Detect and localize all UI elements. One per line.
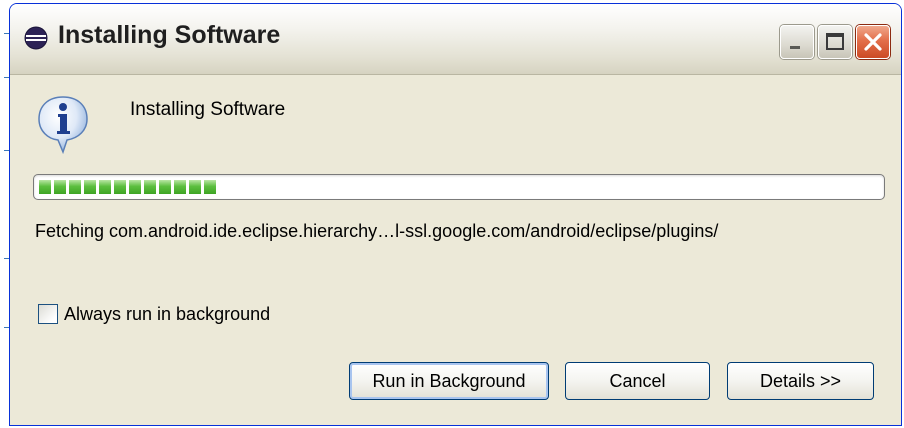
cancel-button[interactable]: Cancel (565, 362, 710, 400)
progress-segment (99, 180, 111, 194)
progress-segment (114, 180, 126, 194)
always-run-in-background-checkbox[interactable] (38, 304, 58, 324)
progress-bar (33, 174, 885, 200)
details-button[interactable]: Details >> (727, 362, 874, 400)
progress-segment (69, 180, 81, 194)
always-run-in-background-option[interactable]: Always run in background (38, 302, 270, 326)
progress-segment (129, 180, 141, 194)
info-icon (38, 96, 88, 155)
installing-software-dialog: Installing Software Installing Software … (9, 3, 902, 426)
progress-fill (39, 180, 216, 194)
checkbox-label: Always run in background (64, 303, 271, 324)
dialog-heading: Installing Software (130, 99, 286, 120)
minimize-button[interactable] (780, 25, 814, 59)
window-title: Installing Software (58, 21, 281, 49)
run-in-background-button[interactable]: Run in Background (349, 362, 549, 400)
title-bar[interactable]: Installing Software (10, 4, 901, 75)
progress-segment (144, 180, 156, 194)
progress-segment (174, 180, 186, 194)
close-icon (864, 33, 882, 51)
progress-segment (84, 180, 96, 194)
maximize-button[interactable] (818, 25, 852, 59)
minimize-icon (790, 46, 800, 49)
close-button[interactable] (856, 25, 890, 59)
progress-segment (39, 180, 51, 194)
maximize-icon (826, 33, 844, 50)
progress-segment (159, 180, 171, 194)
progress-segment (189, 180, 201, 194)
eclipse-icon (24, 26, 48, 50)
status-text: Fetching com.android.ide.eclipse.hierarc… (35, 221, 719, 241)
progress-segment (204, 180, 216, 194)
progress-segment (54, 180, 66, 194)
